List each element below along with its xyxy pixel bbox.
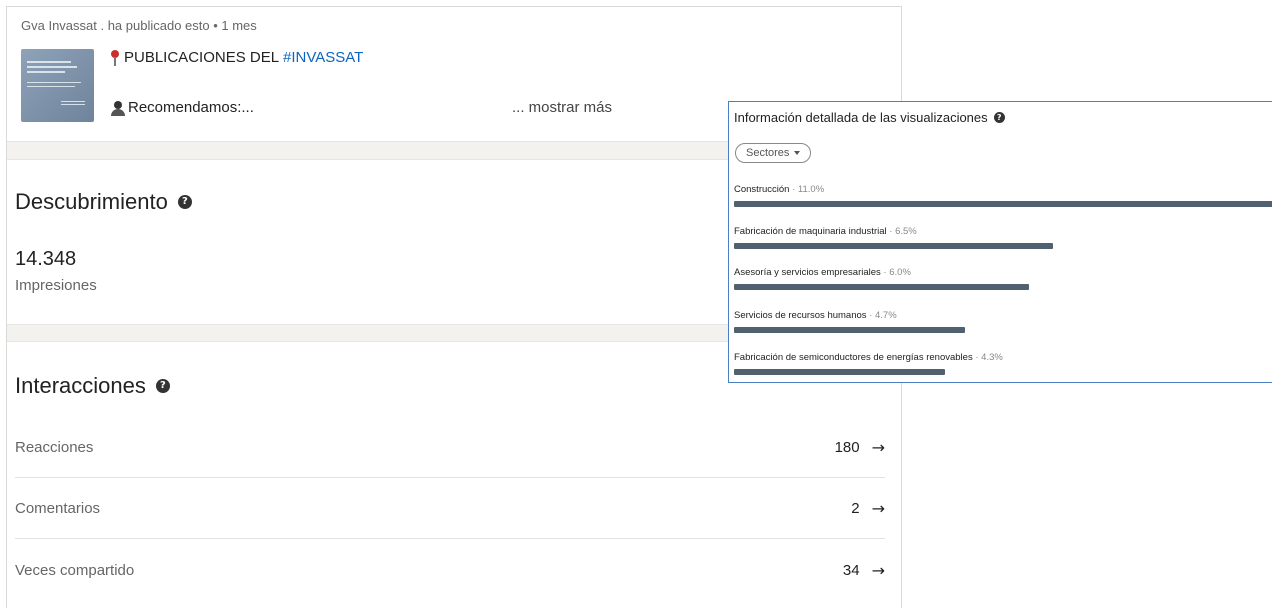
sector-filter-label: Sectores	[746, 147, 790, 159]
comments-row[interactable]: Comentarios 2 →	[15, 478, 885, 539]
breakdown-title: Información detallada de las visualizaci…	[734, 110, 1005, 125]
discovery-title-text: Descubrimiento	[15, 189, 168, 214]
arrow-right-icon[interactable]: →	[872, 438, 885, 457]
comments-label: Comentarios	[15, 499, 101, 517]
breakdown-item-label: Servicios de recursos humanos	[734, 310, 867, 321]
post-title-text: PUBLICACIONES DEL	[124, 49, 280, 66]
caret-down-icon	[794, 151, 801, 155]
arrow-right-icon[interactable]: →	[872, 499, 885, 518]
breakdown-item-pct: 6.5%	[895, 226, 917, 237]
breakdown-item-label: Fabricación de semiconductores de energí…	[734, 352, 973, 363]
reactions-row[interactable]: Reacciones 180 →	[15, 417, 885, 478]
sector-filter-dropdown[interactable]: Sectores	[735, 143, 812, 163]
breakdown-item: Asesoría y servicios empresariales · 6.0…	[734, 267, 1272, 290]
show-more-link[interactable]: ... mostrar más	[512, 99, 612, 116]
views-breakdown-panel: Información detallada de las visualizaci…	[728, 101, 1272, 383]
breakdown-title-text: Información detallada de las visualizaci…	[734, 110, 988, 125]
help-icon[interactable]: ?	[177, 195, 192, 209]
post-thumbnail[interactable]	[21, 49, 94, 122]
breakdown-item-label: Fabricación de maquinaria industrial	[734, 226, 887, 237]
hashtag-link[interactable]: #INVASSAT	[283, 49, 363, 66]
breakdown-bar	[734, 243, 1054, 249]
post-excerpt: Recomendamos:...	[110, 99, 254, 116]
post-meta: Gva Invassat . ha publicado esto • 1 mes	[21, 18, 257, 33]
breakdown-item: Servicios de recursos humanos · 4.7%	[734, 310, 1272, 333]
impressions-value: 14.348	[15, 248, 77, 270]
breakdown-item-pct: 11.0%	[797, 184, 825, 195]
impressions-label: Impresiones	[15, 277, 97, 294]
interactions-title: Interacciones ?	[15, 373, 170, 399]
reactions-value: 180	[834, 438, 860, 456]
breakdown-item-pct: 4.7%	[875, 310, 897, 321]
breakdown-bar	[734, 327, 965, 333]
discovery-title: Descubrimiento ?	[15, 189, 192, 215]
arrow-right-icon[interactable]: →	[872, 561, 885, 580]
breakdown-bar	[734, 369, 946, 375]
interactions-title-text: Interacciones	[15, 373, 146, 398]
person-icon	[110, 100, 126, 116]
breakdown-item-pct: 6.0%	[889, 267, 911, 278]
breakdown-item-pct: 4.3%	[981, 352, 1003, 363]
post-excerpt-text: Recomendamos:...	[128, 99, 254, 116]
comments-value: 2	[851, 499, 860, 517]
shares-label: Veces compartido	[15, 562, 135, 579]
breakdown-bar	[734, 201, 1272, 207]
breakdown-item: Construcción · 11.0%	[734, 184, 1272, 207]
help-icon[interactable]: ?	[993, 112, 1005, 123]
shares-row[interactable]: Veces compartido 34 →	[15, 540, 885, 601]
breakdown-item: Fabricación de maquinaria industrial · 6…	[734, 226, 1272, 249]
post-title[interactable]: PUBLICACIONES DEL #INVASSAT	[110, 49, 363, 66]
pushpin-icon	[110, 49, 120, 66]
breakdown-item: Fabricación de semiconductores de energí…	[734, 352, 1272, 375]
breakdown-item-label: Construcción	[734, 184, 790, 195]
shares-value: 34	[842, 562, 860, 579]
breakdown-item-label: Asesoría y servicios empresariales	[734, 267, 881, 278]
breakdown-bar	[734, 284, 1029, 290]
reactions-label: Reacciones	[15, 438, 94, 456]
help-icon[interactable]: ?	[155, 379, 170, 393]
